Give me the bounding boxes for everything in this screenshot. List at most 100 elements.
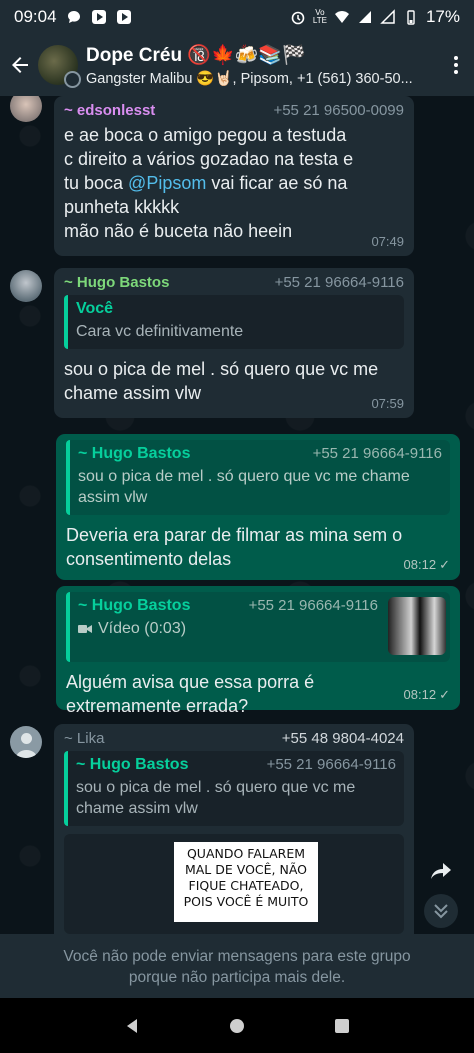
quoted-message[interactable]: ~ Hugo Bastos +55 21 96664-9116 Vídeo (0… [66, 592, 450, 662]
meme-line: MAL DE VOCÊ, NÃO [184, 862, 308, 877]
group-avatar[interactable] [38, 45, 81, 88]
battery-percent: 17% [425, 7, 460, 26]
message-text: Alguém avisa que essa porra é extremamen… [66, 670, 450, 718]
battery-icon [407, 10, 415, 25]
quote-author: Você [76, 300, 114, 317]
message-time: 07:59 [371, 396, 404, 411]
quote-line: assim vlw [78, 489, 148, 506]
mention-link[interactable]: @Pipsom [128, 173, 206, 193]
message-bubble[interactable]: ~ Lika +55 48 9804-4024 ~ Hugo Bastos +5… [54, 724, 414, 934]
status-bar: 09:04 Vo LTE 17% [0, 0, 474, 34]
group-title: Dope Créu 🔞🍁🍻📚🏁 [86, 45, 306, 66]
text-line: extremamente errada? [66, 696, 249, 716]
quote-phone: +55 21 96664-9116 [266, 756, 396, 773]
quoted-message[interactable]: ~ Hugo Bastos +55 21 96664-9116 sou o pi… [64, 751, 404, 826]
more-options-icon[interactable] [446, 56, 466, 74]
notice-line: porque não participa mais dele. [128, 969, 346, 986]
time-text: 08:12 [403, 687, 437, 702]
quote-phone: +55 21 96664-9116 [312, 445, 442, 462]
time-text: 08:12 [403, 557, 437, 572]
quote-author: ~ Hugo Bastos [76, 756, 189, 773]
message-text: Deveria era parar de filmar as mina sem … [66, 523, 450, 571]
meme-image: QUANDO FALAREM MAL DE VOCÊ, NÃO FIQUE CH… [174, 842, 318, 922]
sender-avatar[interactable] [10, 270, 42, 302]
sender-phone: +55 21 96500-0099 [273, 102, 404, 119]
image-attachment[interactable]: QUANDO FALAREM MAL DE VOCÊ, NÃO FIQUE CH… [64, 834, 404, 934]
quoted-message[interactable]: Você Cara vc definitivamente [64, 295, 404, 349]
quoted-message[interactable]: ~ Hugo Bastos +55 21 96664-9116 sou o pi… [66, 440, 450, 515]
group-info[interactable]: Dope Créu 🔞🍁🍻📚🏁 Gangster Malibu 😎🤘🏻, Pip… [86, 43, 440, 87]
chat-area[interactable]: ~ edsonlesst +55 21 96500-0099 e ae boca… [0, 96, 474, 934]
media-label: Vídeo (0:03) [98, 620, 187, 637]
text-line: punheta kkkkk [64, 197, 180, 217]
text-line: consentimento delas [66, 549, 232, 569]
meme-line: FIQUE CHATEADO, [188, 878, 304, 893]
quote-phone: +55 21 96664-9116 [248, 597, 378, 614]
text-line: e ae boca o amigo pegou a testuda [64, 125, 347, 145]
quote-text: sou o pica de mel . só quero que vc me c… [76, 777, 396, 819]
double-chevron-down-icon [434, 904, 448, 919]
nav-recents-icon[interactable] [333, 1017, 351, 1035]
sender-avatar[interactable] [10, 96, 42, 122]
video-camera-icon [78, 624, 92, 633]
text-line: vai ficar ae só na [206, 173, 348, 193]
sender-row: ~ Lika +55 48 9804-4024 [64, 730, 404, 747]
text-line: tu boca [64, 173, 129, 193]
notice-line: Você não pode enviar mensagens para este… [63, 948, 411, 965]
volte-indicator: Vo LTE [313, 9, 327, 25]
sender-name[interactable]: ~ Hugo Bastos [64, 274, 169, 291]
text-line: chame assim vlw [64, 383, 202, 403]
quote-text: Cara vc definitivamente [76, 323, 244, 340]
message-text: sou o pica de mel . só quero que vc me c… [64, 357, 404, 405]
quote-text: sou o pica de mel . só quero que vc me c… [78, 466, 442, 508]
wifi-icon [334, 11, 349, 23]
play-icon-2 [116, 10, 131, 24]
lte-label: LTE [312, 16, 327, 25]
message-bubble-outgoing[interactable]: ~ Hugo Bastos +55 21 96664-9116 sou o pi… [56, 434, 460, 580]
text-line: mão não é buceta não heein [64, 221, 293, 241]
sender-name[interactable]: ~ edsonlesst [64, 102, 155, 119]
signal-icon [358, 11, 371, 23]
alarm-icon [291, 11, 305, 25]
message-time: 08:12 ✓ [404, 557, 450, 573]
video-thumbnail[interactable] [388, 597, 446, 655]
quote-author: ~ Hugo Bastos [78, 597, 191, 614]
cannot-send-notice: Você não pode enviar mensagens para este… [0, 934, 474, 998]
forward-icon [431, 863, 451, 879]
message-time: 07:49 [371, 234, 404, 249]
sender-row: ~ edsonlesst +55 21 96500-0099 [64, 102, 404, 119]
nav-home-icon[interactable] [228, 1017, 246, 1035]
back-arrow-icon[interactable] [8, 53, 32, 77]
sender-avatar-default[interactable] [10, 726, 42, 758]
sender-row: ~ Hugo Bastos +55 21 96664-9116 [64, 274, 404, 291]
sent-check-icon: ✓ [439, 687, 450, 702]
message-bubble[interactable]: ~ edsonlesst +55 21 96500-0099 e ae boca… [54, 96, 414, 256]
status-time: 09:04 [14, 7, 57, 26]
message-text: e ae boca o amigo pegou a testuda c dire… [64, 123, 404, 243]
quote-line: sou o pica de mel . só quero que vc me [76, 779, 356, 796]
meme-line: QUANDO FALAREM [186, 846, 306, 861]
nav-back-icon[interactable] [123, 1017, 141, 1035]
sender-phone: +55 48 9804-4024 [281, 730, 404, 747]
chat-header[interactable]: Dope Créu 🔞🍁🍻📚🏁 Gangster Malibu 😎🤘🏻, Pip… [0, 34, 474, 96]
forward-button[interactable] [424, 854, 458, 888]
system-nav-bar [0, 998, 474, 1053]
meme-line: POIS VOCÊ É MUITO [183, 894, 309, 909]
scroll-down-button[interactable] [424, 894, 458, 928]
text-line: Alguém avisa que essa porra é [66, 672, 315, 692]
play-icon [91, 10, 106, 24]
text-line: sou o pica de mel . só quero que vc me [64, 359, 379, 379]
group-members: Gangster Malibu 😎🤘🏻, Pipsom, +1 (561) 36… [86, 71, 413, 87]
message-time: 08:12 ✓ [404, 687, 450, 703]
message-bubble-outgoing[interactable]: ~ Hugo Bastos +55 21 96664-9116 Vídeo (0… [56, 586, 460, 716]
quote-line: sou o pica de mel . só quero que vc me c… [78, 468, 410, 485]
message-bubble[interactable]: ~ Hugo Bastos +55 21 96664-9116 Você Car… [54, 268, 414, 418]
signal-icon-2 [380, 9, 395, 24]
text-line: c direito a vários gozadao na testa e [64, 149, 354, 169]
sender-name[interactable]: ~ Lika [64, 730, 104, 747]
chat-bubble-icon [67, 11, 80, 23]
quote-author: ~ Hugo Bastos [78, 445, 191, 462]
sent-check-icon: ✓ [439, 557, 450, 572]
quote-line: chame assim vlw [76, 800, 198, 817]
sender-phone: +55 21 96664-9116 [274, 274, 404, 291]
